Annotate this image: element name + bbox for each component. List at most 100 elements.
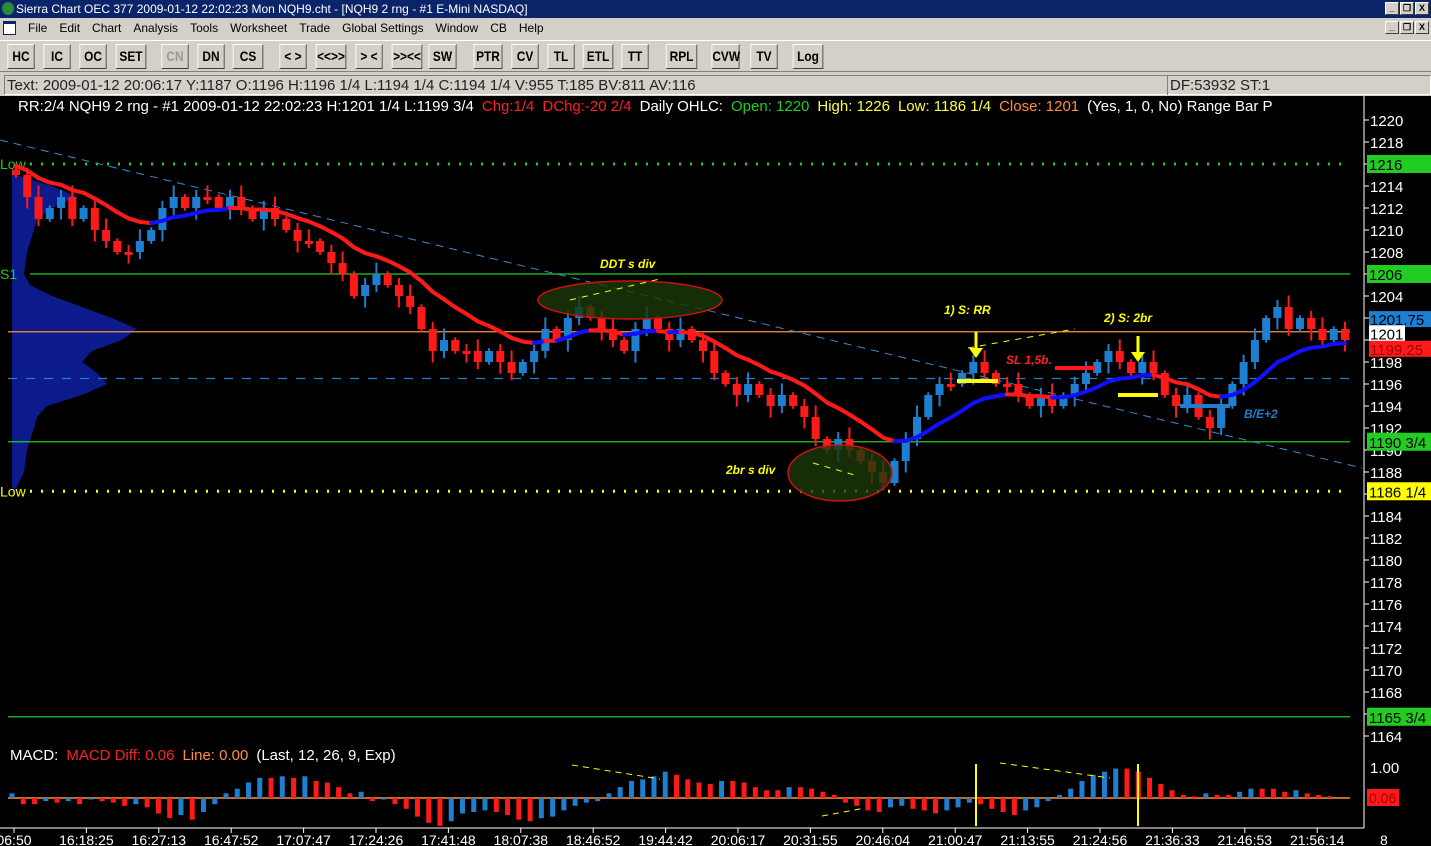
candle-body — [485, 351, 494, 362]
macd-bar — [1225, 794, 1231, 798]
menu-trade[interactable]: Trade — [293, 18, 336, 38]
menu-file[interactable]: File — [22, 18, 53, 38]
toolbar-button-16[interactable]: TT — [621, 44, 649, 69]
macd-bar — [797, 787, 803, 798]
time-tick-label: 18:07:38 — [494, 832, 549, 846]
toolbar-button-6[interactable]: CS — [232, 44, 264, 69]
macd-bar — [1101, 771, 1107, 798]
candle-body — [68, 197, 77, 219]
macd-bar — [1203, 793, 1209, 798]
toolbar-button-10[interactable]: >><< — [391, 44, 423, 69]
time-tick-label: 21:13:55 — [1000, 832, 1055, 846]
candle-body — [800, 406, 809, 417]
menu-global-settings[interactable]: Global Settings — [336, 18, 429, 38]
candle-body — [1239, 362, 1248, 384]
toolbar-button-14[interactable]: TL — [547, 44, 575, 69]
menu-cb[interactable]: CB — [484, 18, 513, 38]
candle-body — [777, 395, 786, 406]
macd-bar — [944, 798, 950, 811]
moving-average-segment — [104, 203, 120, 215]
macd-bar — [741, 782, 747, 798]
toolbar-button-9[interactable]: > < — [355, 44, 383, 69]
macd-bar — [617, 787, 623, 798]
toolbar: HC IC OC SET CN DN CS < > <<>> > < >><< SW PTR CV TL ET… — [0, 40, 1431, 72]
macd-bar — [234, 788, 240, 798]
menu-window[interactable]: Window — [430, 18, 485, 38]
toolbar-button-2[interactable]: OC — [79, 44, 107, 69]
price-tick-label: 1182 — [1370, 531, 1402, 548]
menu-tools[interactable]: Tools — [184, 18, 224, 38]
price-tick-label: 1164 — [1370, 729, 1402, 746]
toolbar-button-12[interactable]: PTR — [473, 44, 503, 69]
candle-body — [1138, 362, 1147, 373]
moving-average-segment — [723, 346, 739, 358]
minimize-button[interactable]: _ — [1385, 2, 1399, 15]
toolbar-button-3[interactable]: SET — [115, 44, 147, 69]
price-tick-label: 1212 — [1370, 201, 1403, 218]
toolbar-button-20[interactable]: Log — [792, 44, 824, 69]
price-level-marker-label: 1186 1/4 — [1369, 484, 1426, 501]
header-chg: Chg:1/4 — [481, 98, 535, 115]
toolbar-button-19[interactable]: TV — [750, 44, 778, 69]
candle-body — [462, 351, 471, 354]
candle-body — [372, 274, 381, 285]
candle-body — [23, 175, 32, 197]
candle-body — [642, 318, 651, 329]
doc-close-button[interactable]: X — [1415, 21, 1429, 34]
macd-bar — [189, 798, 195, 820]
app-icon — [2, 2, 14, 15]
doc-restore-button[interactable]: ❐ — [1400, 21, 1414, 34]
moving-average-segment — [1252, 370, 1269, 385]
header-open: Open: 1220 — [730, 98, 810, 115]
document-icon[interactable] — [3, 21, 16, 35]
candle-body — [969, 362, 978, 373]
moving-average-segment — [960, 401, 976, 413]
current-price-label: 1199.25 — [1370, 342, 1423, 359]
moving-average-segment — [340, 236, 356, 250]
price-tick-label: 1174 — [1370, 619, 1402, 636]
price-tick-label: 1168 — [1370, 685, 1402, 702]
candle-body — [383, 274, 392, 285]
toolbar-button-17[interactable]: RPL — [665, 44, 698, 69]
menu-analysis[interactable]: Analysis — [127, 18, 184, 38]
candle-body — [1003, 384, 1012, 387]
toolbar-button-0[interactable]: HC — [7, 44, 35, 69]
toolbar-button-13[interactable]: CV — [511, 44, 539, 69]
toolbar-button-18[interactable]: CVW — [711, 44, 740, 69]
toolbar-button-4[interactable]: CN — [161, 44, 189, 69]
price-chart[interactable]: LowS1LowDDT s div2br s div1) S: RR2) S: … — [0, 96, 1431, 846]
macd-bar — [178, 798, 184, 816]
price-tick-label: 1184 — [1370, 509, 1402, 526]
time-tick-label: 17:41:48 — [421, 832, 476, 846]
restore-button[interactable]: ❐ — [1400, 2, 1414, 15]
candle-body — [1104, 351, 1113, 362]
moving-average-segment — [419, 279, 435, 294]
candle-body — [1307, 318, 1316, 329]
close-button[interactable]: X — [1415, 2, 1429, 15]
price-tick-label: 1204 — [1370, 289, 1403, 306]
candle-body — [755, 384, 764, 395]
menu-help[interactable]: Help — [513, 18, 550, 38]
toolbar-button-1[interactable]: IC — [43, 44, 71, 69]
macd-bar — [887, 798, 893, 808]
doc-minimize-button[interactable]: _ — [1385, 21, 1399, 34]
toolbar-button-7[interactable]: < > — [279, 44, 307, 69]
macd-bar — [43, 798, 49, 802]
info-bar: Text: 2009-01-12 20:06:17 Y:1187 O:1196 … — [4, 75, 1431, 95]
chart-area[interactable]: Low S1 Low DDT s div 2br s div 1) S: RR 2) S: … — [0, 96, 1431, 846]
toolbar-button-5[interactable]: DN — [197, 44, 225, 69]
macd-bar — [110, 798, 116, 803]
macd-bar — [88, 798, 94, 800]
menu-edit[interactable]: Edit — [53, 18, 86, 38]
toolbar-button-15[interactable]: ETL — [582, 44, 614, 69]
macd-bar — [595, 798, 601, 802]
candle-body — [1250, 340, 1259, 362]
menu-chart[interactable]: Chart — [86, 18, 127, 38]
macd-bar — [223, 793, 229, 798]
toolbar-button-11[interactable]: SW — [428, 44, 457, 69]
candle-body — [90, 208, 99, 230]
toolbar-button-8[interactable]: <<>> — [315, 44, 347, 69]
price-level-marker-label: 1216 — [1369, 157, 1402, 174]
menu-worksheet[interactable]: Worksheet — [224, 18, 293, 38]
macd-bar — [865, 798, 871, 811]
